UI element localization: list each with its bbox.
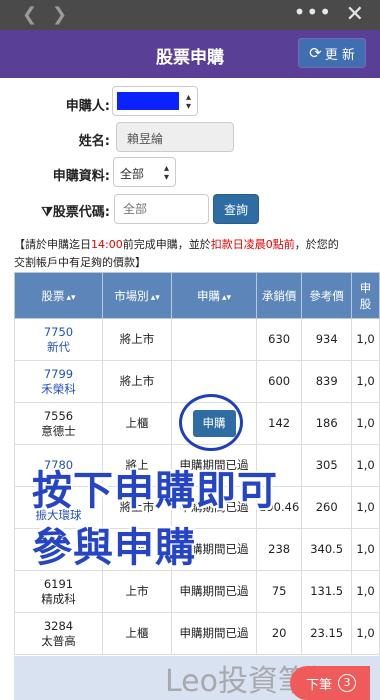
header-stock[interactable]: 股票 ▴▾ (14, 272, 103, 319)
applicant-redacted (117, 92, 179, 110)
next-button[interactable]: 下筆 3 (290, 666, 370, 700)
sort-icon: ▴▾ (150, 292, 160, 303)
select-arrows-icon: ▴ ▾ (163, 163, 169, 183)
table-row: 3284 太普高 上櫃 申購期間已過 20 23.15 1,0 (14, 612, 380, 655)
select-arrows-icon: ▴ ▾ (185, 92, 191, 112)
table-header-row: 股票 ▴▾ 市場別 ▴▾ 申購 ▴▾ 承銷價 參考價 申股 (14, 272, 380, 319)
sort-icon: ▴▾ (221, 292, 232, 303)
sort-icon: ▴▾ (66, 292, 76, 303)
header-market[interactable]: 市場別 ▴▾ (101, 272, 172, 319)
cell-ref-price: 260 (301, 486, 353, 529)
instruction-overlay-line1: 按下申購即可 (32, 468, 278, 514)
cell-market: 上櫃 (101, 402, 172, 445)
cell-market: 上市 (101, 570, 172, 613)
cell-ref-price: 23.15 (301, 612, 353, 655)
cell-extra: 1,0 (351, 486, 380, 529)
header-apply[interactable]: 申購 ▴▾ (170, 272, 258, 319)
cell-extra: 1,0 (351, 318, 380, 361)
header-extra[interactable]: 申股 (351, 272, 380, 319)
next-count-badge: 3 (338, 674, 357, 692)
filter-icon: ⧩ (41, 205, 53, 220)
browser-toolbar: ❮ ❯ ••• ✕ (0, 0, 380, 30)
cell-stock[interactable]: 7750 新代 (14, 318, 103, 361)
cell-extra: 1,0 (351, 402, 380, 445)
cell-stock: 3284 太普高 (14, 612, 103, 655)
cell-ref-price: 186 (301, 402, 353, 445)
cell-extra: 1,0 (351, 570, 380, 613)
cell-market: 上櫃 (101, 612, 172, 655)
cell-price: 600 (256, 360, 303, 403)
cell-apply: 申購期間已過 (170, 570, 258, 613)
data-select-value: 全部 (120, 167, 145, 181)
cell-extra: 1,0 (351, 360, 380, 403)
table-row: 7750 新代 將上市 630 934 1,0 (14, 318, 380, 361)
stock-code-input[interactable] (114, 194, 209, 224)
refresh-icon: ⟳ (309, 44, 322, 62)
instruction-overlay-line2: 參與申購 (32, 525, 196, 571)
cell-extra: 1,0 (351, 612, 380, 655)
cell-stock[interactable]: 7799 禾榮科 (14, 360, 103, 403)
notice-text: 【請於申購迄日14:00前完成申購，並於扣款日凌晨0點前，於您的 交割帳戶中有足… (14, 238, 339, 269)
chevron-left-icon[interactable]: ❮ (22, 4, 37, 25)
stock-code-field[interactable] (123, 196, 208, 222)
app-header: 股票申購 ⟳ 更 新 (0, 30, 380, 78)
cell-price: 20 (256, 612, 303, 655)
applicant-label: 申購人: (65, 99, 110, 114)
more-icon[interactable]: ••• (294, 0, 332, 24)
cell-market: 將上市 (101, 318, 172, 361)
cell-price: 630 (256, 318, 303, 361)
cell-stock: 6191 精成科 (14, 570, 103, 613)
refresh-button[interactable]: ⟳ 更 新 (298, 38, 366, 68)
cell-extra: 1,0 (351, 444, 380, 487)
name-field: 賴昱綸 (116, 122, 234, 152)
cell-ref-price: 839 (301, 360, 353, 403)
cell-ref-price: 305 (301, 444, 353, 487)
header-ref-price[interactable]: 參考價 (301, 272, 353, 319)
cell-price: 238 (256, 528, 303, 571)
name-label: 姓名: (78, 134, 110, 149)
chevron-right-icon[interactable]: ❯ (52, 4, 67, 25)
close-icon[interactable]: ✕ (346, 2, 364, 27)
query-button[interactable]: 查詢 (213, 194, 259, 224)
cell-extra: 1,0 (351, 528, 380, 571)
cell-ref-price: 340.5 (301, 528, 353, 571)
refresh-label: 更 新 (324, 47, 355, 63)
code-label: ⧩股票代碼: (41, 205, 110, 220)
table-row: 6191 精成科 上市 申購期間已過 75 131.5 1,0 (14, 570, 380, 613)
cell-price: 142 (256, 402, 303, 445)
applicant-select[interactable]: ▴ ▾ (112, 86, 198, 116)
cell-price: 75 (256, 570, 303, 613)
cell-apply: 申購期間已過 (170, 612, 258, 655)
highlight-circle (179, 394, 243, 451)
data-label: 申購資料: (52, 169, 110, 184)
next-label: 下筆 (306, 677, 333, 693)
cell-market: 將上市 (101, 360, 172, 403)
data-select[interactable]: 全部 ▴ ▾ (113, 157, 176, 187)
cell-ref-price: 131.5 (301, 570, 353, 613)
cell-apply (170, 318, 258, 361)
cell-stock: 7556 意德士 (14, 402, 103, 445)
header-price[interactable]: 承銷價 (256, 272, 303, 319)
cell-ref-price: 934 (301, 318, 353, 361)
